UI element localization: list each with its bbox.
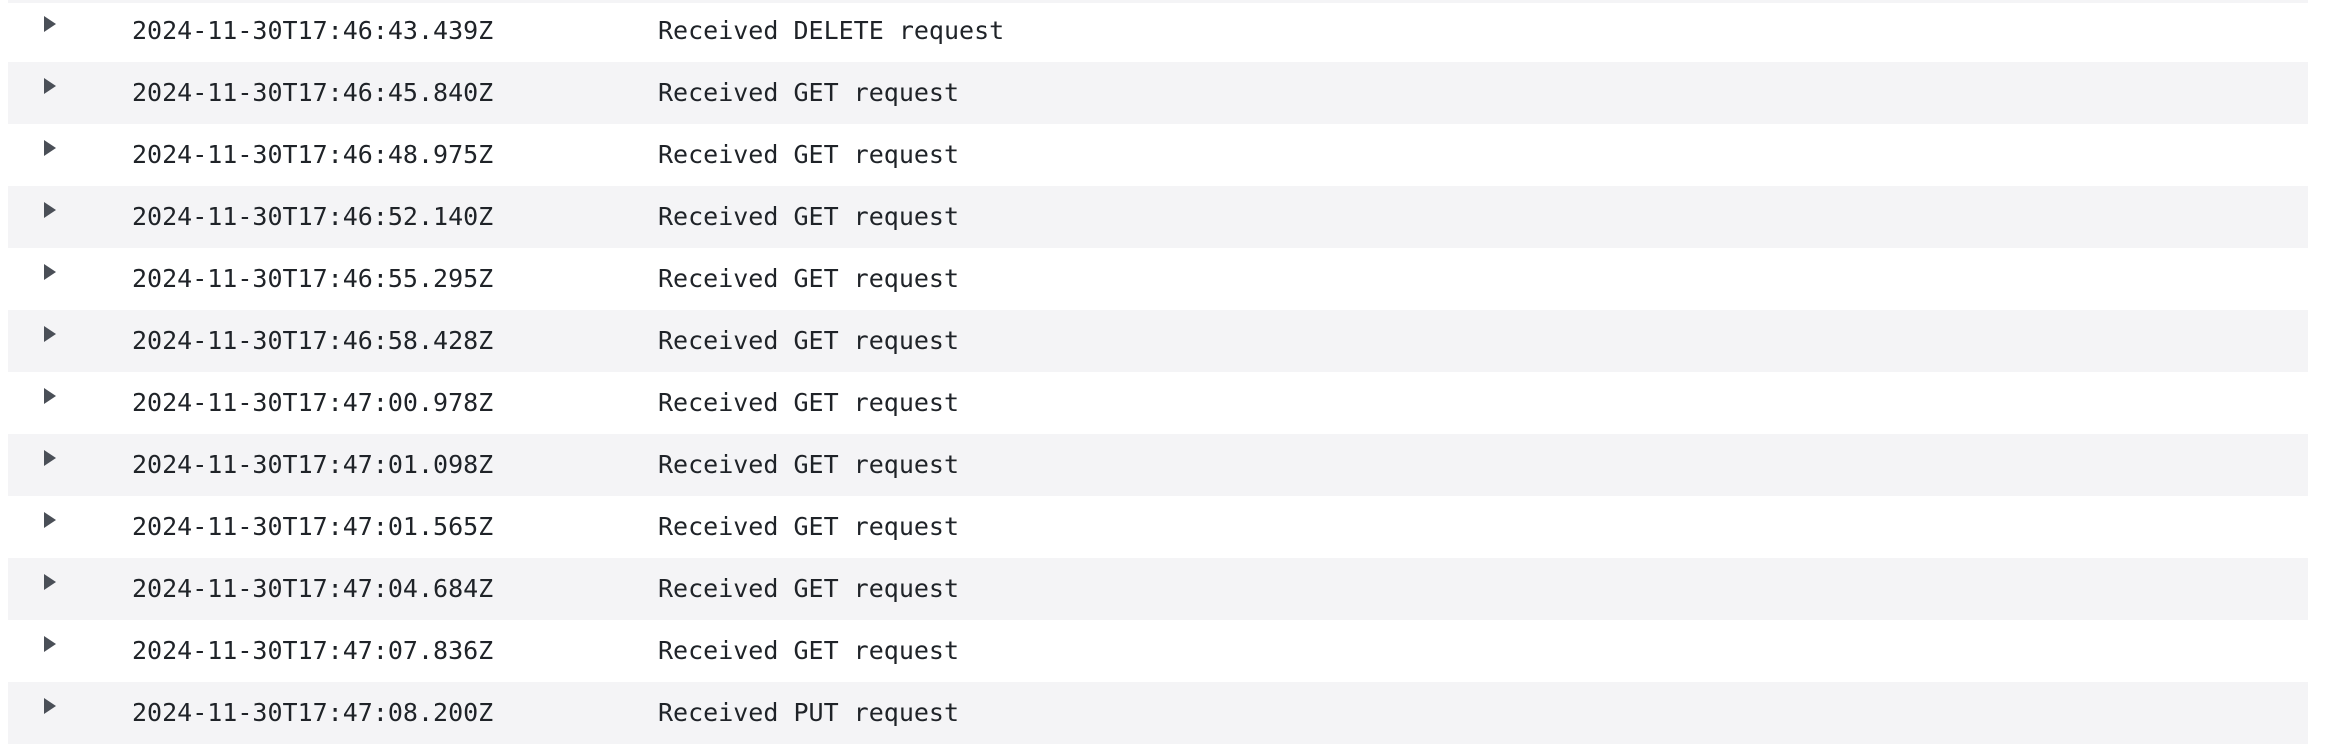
- log-timestamp: 2024-11-30T17:47:07.836Z: [132, 636, 494, 665]
- log-message: Received DELETE request: [658, 16, 1005, 45]
- caret-right-icon[interactable]: [42, 572, 58, 592]
- log-timestamp: 2024-11-30T17:47:01.098Z: [132, 450, 494, 479]
- log-message: Received GET request: [658, 450, 960, 479]
- log-list: 2024-11-30T17:46:43.439Z Received DELETE…: [8, 0, 2308, 744]
- log-row[interactable]: 2024-11-30T17:46:45.840Z Received GET re…: [8, 62, 2308, 124]
- log-timestamp: 2024-11-30T17:46:52.140Z: [132, 202, 494, 231]
- log-message: Received GET request: [658, 202, 960, 231]
- log-row[interactable]: 2024-11-30T17:47:01.565Z Received GET re…: [8, 496, 2308, 558]
- caret-right-icon[interactable]: [42, 448, 58, 468]
- log-message: Received GET request: [658, 512, 960, 541]
- log-row[interactable]: 2024-11-30T17:46:43.439Z Received DELETE…: [8, 0, 2308, 62]
- log-message: Received PUT request: [658, 698, 960, 727]
- log-row[interactable]: 2024-11-30T17:46:52.140Z Received GET re…: [8, 186, 2308, 248]
- log-timestamp: 2024-11-30T17:47:01.565Z: [132, 512, 494, 541]
- log-message: Received GET request: [658, 140, 960, 169]
- log-message: Received GET request: [658, 326, 960, 355]
- caret-right-icon[interactable]: [42, 138, 58, 158]
- caret-right-icon[interactable]: [42, 262, 58, 282]
- log-timestamp: 2024-11-30T17:46:48.975Z: [132, 140, 494, 169]
- log-row[interactable]: 2024-11-30T17:46:55.295Z Received GET re…: [8, 248, 2308, 310]
- log-row[interactable]: 2024-11-30T17:47:01.098Z Received GET re…: [8, 434, 2308, 496]
- log-row[interactable]: 2024-11-30T17:47:08.200Z Received PUT re…: [8, 682, 2308, 744]
- caret-right-icon[interactable]: [42, 76, 58, 96]
- log-row[interactable]: 2024-11-30T17:46:58.428Z Received GET re…: [8, 310, 2308, 372]
- caret-right-icon[interactable]: [42, 510, 58, 530]
- log-message: Received GET request: [658, 388, 960, 417]
- log-timestamp: 2024-11-30T17:47:04.684Z: [132, 574, 494, 603]
- caret-right-icon[interactable]: [42, 324, 58, 344]
- log-timestamp: 2024-11-30T17:47:08.200Z: [132, 698, 494, 727]
- log-message: Received GET request: [658, 574, 960, 603]
- caret-right-icon[interactable]: [42, 200, 58, 220]
- log-row[interactable]: 2024-11-30T17:47:00.978Z Received GET re…: [8, 372, 2308, 434]
- log-row[interactable]: 2024-11-30T17:46:48.975Z Received GET re…: [8, 124, 2308, 186]
- caret-right-icon[interactable]: [42, 14, 58, 34]
- log-row[interactable]: 2024-11-30T17:47:07.836Z Received GET re…: [8, 620, 2308, 682]
- log-timestamp: 2024-11-30T17:46:43.439Z: [132, 16, 494, 45]
- log-message: Received GET request: [658, 78, 960, 107]
- log-message: Received GET request: [658, 264, 960, 293]
- log-timestamp: 2024-11-30T17:46:45.840Z: [132, 78, 494, 107]
- log-timestamp: 2024-11-30T17:47:00.978Z: [132, 388, 494, 417]
- caret-right-icon[interactable]: [42, 386, 58, 406]
- log-timestamp: 2024-11-30T17:46:55.295Z: [132, 264, 494, 293]
- log-row[interactable]: 2024-11-30T17:47:04.684Z Received GET re…: [8, 558, 2308, 620]
- log-timestamp: 2024-11-30T17:46:58.428Z: [132, 326, 494, 355]
- caret-right-icon[interactable]: [42, 634, 58, 654]
- log-message: Received GET request: [658, 636, 960, 665]
- caret-right-icon[interactable]: [42, 696, 58, 716]
